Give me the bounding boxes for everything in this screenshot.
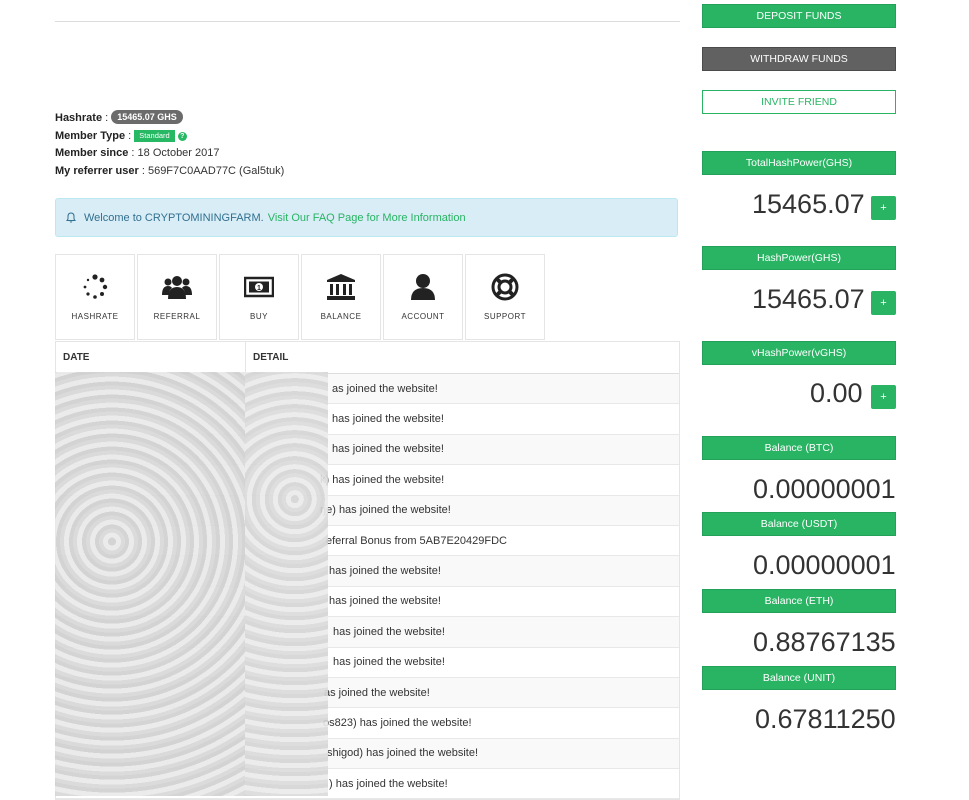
bank-icon — [326, 272, 356, 302]
tile-label: SUPPORT — [483, 312, 527, 321]
hashpower-value: 15465.07 — [752, 284, 865, 314]
referrer-row: My referrer user : 569F7C0AAD77C (Gal5tu… — [55, 164, 285, 177]
svg-text:1: 1 — [257, 285, 261, 292]
tile-account[interactable]: ACCOUNT — [383, 254, 463, 340]
member-since-value: 18 October 2017 — [137, 147, 220, 159]
vhashpower-value: 0.00 — [810, 378, 863, 408]
tile-buy[interactable]: 1 BUY — [219, 254, 299, 340]
tile-referral[interactable]: REFERRAL — [137, 254, 217, 340]
vhashpower-plus-button[interactable]: + — [871, 385, 896, 409]
nav-tiles: HASHRATE REFERRAL 1 BUY BALANCE ACCOUNT … — [55, 254, 545, 340]
tile-label: BALANCE — [320, 312, 362, 321]
total-hashpower-plus-button[interactable]: + — [871, 196, 896, 220]
balance-btc-label: Balance (BTC) — [702, 436, 896, 460]
hashpower-label: HashPower(GHS) — [702, 246, 896, 270]
balance-unit-value: 0.67811250 — [755, 704, 896, 734]
redacted-dates — [55, 372, 245, 796]
users-icon — [162, 272, 192, 302]
profile-info: Hashrate : 15465.07 GHS Member Type : St… — [55, 110, 284, 180]
balance-btc-value: 0.00000001 — [753, 474, 896, 504]
user-icon — [408, 272, 438, 302]
referrer-value: 569F7C0AAD77C (Gal5tuk) — [147, 164, 285, 177]
total-hashpower-value: 15465.07 — [752, 189, 865, 219]
withdraw-funds-button[interactable]: WITHDRAW FUNDS — [702, 47, 896, 71]
balance-usdt-label: Balance (USDT) — [702, 512, 896, 536]
tile-support[interactable]: SUPPORT — [465, 254, 545, 340]
faq-link[interactable]: Visit Our FAQ Page for More Information — [268, 212, 466, 224]
tile-label: REFERRAL — [153, 312, 201, 321]
tile-label: HASHRATE — [71, 312, 119, 321]
balance-eth-value: 0.88767135 — [753, 627, 896, 657]
balance-usdt-value: 0.00000001 — [753, 550, 896, 580]
question-icon[interactable]: ? — [177, 131, 187, 141]
col-detail: DETAIL — [253, 352, 289, 363]
table-header: DATE DETAIL — [56, 342, 679, 374]
col-date: DATE — [56, 342, 246, 373]
bell-icon — [66, 212, 76, 223]
total-hashpower-label: TotalHashPower(GHS) — [702, 151, 896, 175]
hashpower-plus-button[interactable]: + — [871, 291, 896, 315]
invite-friend-button[interactable]: INVITE FRIEND — [702, 90, 896, 114]
money-icon: 1 — [244, 272, 274, 302]
balance-eth-label: Balance (ETH) — [702, 589, 896, 613]
tile-balance[interactable]: BALANCE — [301, 254, 381, 340]
alert-text: Welcome to CRYPTOMININGFARM. — [84, 211, 264, 224]
referrer-label: My referrer user — [55, 164, 139, 177]
member-type-row: Member Type : Standard ? — [55, 128, 284, 146]
member-since-label: Member since — [55, 147, 129, 159]
tile-label: BUY — [250, 312, 268, 321]
member-type-badge: Standard — [134, 129, 175, 142]
vhashpower-label: vHashPower(vGHS) — [702, 341, 896, 365]
member-type-label: Member Type — [55, 129, 126, 142]
tile-hashrate[interactable]: HASHRATE — [55, 254, 135, 340]
balance-unit-label: Balance (UNIT) — [702, 666, 896, 690]
deposit-funds-button[interactable]: DEPOSIT FUNDS — [702, 4, 896, 28]
top-divider — [55, 21, 680, 22]
spinner-icon — [80, 272, 110, 302]
tile-label: ACCOUNT — [401, 312, 445, 321]
member-since-row: Member since : 18 October 2017 — [55, 147, 220, 159]
hashrate-label: Hashrate — [55, 112, 103, 124]
hashrate-row: Hashrate : 15465.07 GHS — [55, 110, 284, 128]
lifebuoy-icon — [490, 272, 520, 302]
welcome-alert: Welcome to CRYPTOMININGFARM. Visit Our F… — [55, 198, 678, 237]
redacted-usernames — [245, 372, 328, 796]
hashrate-badge: 15465.07 GHS — [111, 110, 183, 124]
